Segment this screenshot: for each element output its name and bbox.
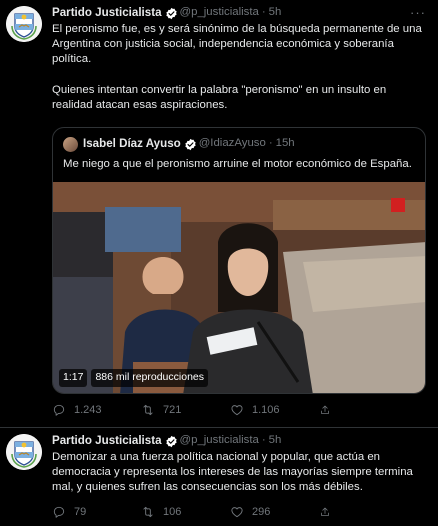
reply-button[interactable]: 79 xyxy=(52,504,141,520)
quoted-timestamp[interactable]: 15h xyxy=(276,136,295,151)
verified-icon xyxy=(185,138,196,150)
quoted-author-handle[interactable]: @IdiazAyuso xyxy=(199,136,266,151)
share-icon xyxy=(321,405,329,414)
video-badges: 1:17 886 mil reproducciones xyxy=(59,369,208,387)
tweet[interactable]: Partido Justicialista @p_justicialista ·… xyxy=(0,0,438,428)
tweet[interactable]: Partido Justicialista @p_justicialista ·… xyxy=(0,428,438,526)
tweet-text: El peronismo fue, es y será sinónimo de … xyxy=(52,23,422,112)
share-icon xyxy=(321,507,329,516)
share-button[interactable] xyxy=(319,402,339,418)
verified-icon xyxy=(165,435,177,447)
more-icon[interactable]: ··· xyxy=(410,4,426,21)
author-name[interactable]: Partido Justicialista xyxy=(52,5,162,20)
separator: · xyxy=(261,434,266,447)
share-button[interactable] xyxy=(319,504,339,520)
tweet-header: Partido Justicialista @p_justicialista ·… xyxy=(52,432,426,450)
reply-count: 79 xyxy=(74,505,87,518)
separator: · xyxy=(268,137,273,150)
quoted-tweet-header: Isabel Díaz Ayuso @IdiazAyuso · 15h xyxy=(63,136,295,152)
retweet-count: 721 xyxy=(163,403,182,416)
video-duration: 1:17 xyxy=(59,369,88,387)
like-button[interactable]: 1.106 xyxy=(230,402,319,418)
like-button[interactable]: 296 xyxy=(230,504,319,520)
tweet-header: Partido Justicialista @p_justicialista ·… xyxy=(52,4,426,22)
retweet-button[interactable]: 721 xyxy=(141,402,230,418)
like-count: 296 xyxy=(252,505,271,518)
tweet-body: Partido Justicialista @p_justicialista ·… xyxy=(52,432,426,518)
quoted-tweet-text: Me niego a que el peronismo arruine el m… xyxy=(63,158,412,170)
timestamp[interactable]: 5h xyxy=(269,433,282,448)
like-count: 1.106 xyxy=(252,403,280,416)
party-logo-icon xyxy=(6,434,42,470)
reply-icon xyxy=(53,404,65,416)
retweet-count: 106 xyxy=(163,505,182,518)
retweet-button[interactable]: 106 xyxy=(141,504,230,520)
reply-button[interactable]: 1.243 xyxy=(52,402,141,418)
quoted-avatar[interactable] xyxy=(63,136,78,152)
tweet-text: Demonizar a una fuerza política nacional… xyxy=(52,451,413,494)
avatar[interactable] xyxy=(6,434,42,470)
party-logo-icon xyxy=(6,6,42,42)
avatar[interactable] xyxy=(6,6,42,42)
reply-count: 1.243 xyxy=(74,403,102,416)
author-name[interactable]: Partido Justicialista xyxy=(52,433,162,448)
like-icon xyxy=(231,507,243,518)
tweet-actions: 1.243 721 1.106 xyxy=(52,402,426,418)
video-views: 886 mil reproducciones xyxy=(91,369,208,387)
timestamp[interactable]: 5h xyxy=(269,5,282,20)
author-handle[interactable]: @p_justicialista xyxy=(180,5,259,20)
author-handle[interactable]: @p_justicialista xyxy=(180,433,259,448)
quoted-tweet[interactable]: Isabel Díaz Ayuso @IdiazAyuso · 15h Me n… xyxy=(52,127,426,394)
video-frame xyxy=(53,182,425,393)
like-icon xyxy=(231,405,243,416)
reply-icon xyxy=(53,506,65,518)
quoted-author-name[interactable]: Isabel Díaz Ayuso xyxy=(83,136,181,151)
retweet-icon xyxy=(143,404,153,416)
separator: · xyxy=(261,6,266,19)
tweet-body: Partido Justicialista @p_justicialista ·… xyxy=(52,4,426,416)
retweet-icon xyxy=(143,506,153,518)
video-player[interactable]: 1:17 886 mil reproducciones xyxy=(53,182,425,393)
verified-icon xyxy=(165,7,177,19)
tweet-actions: 79 106 296 xyxy=(52,504,426,520)
